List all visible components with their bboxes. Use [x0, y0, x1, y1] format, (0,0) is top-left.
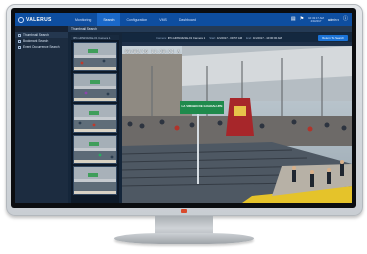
search-title: Thumbnail Search — [71, 27, 97, 31]
export-icon[interactable]: ▤ — [291, 17, 296, 22]
nav-tabs: Monitoring Search Configuration VMS Dash… — [69, 13, 202, 26]
thumbnail-4[interactable] — [73, 135, 117, 164]
search-sidebar: Thumbnail Search Bookmark Search Event O… — [15, 26, 68, 203]
banner-text: LA VIRGEN DE GUADALUPE — [181, 104, 223, 108]
thumbnail-image — [74, 105, 116, 132]
bookmark-icon — [18, 39, 21, 43]
end-label: End: — [246, 35, 252, 40]
camera-value: IPC-HDW4421E-01 Camera 1 — [167, 35, 206, 40]
monitor-stand-base — [114, 233, 254, 244]
notification-flag-icon[interactable]: ⚑ — [300, 17, 304, 22]
product-photo: VALERUS Monitoring Search Configuration … — [0, 0, 367, 254]
monitor-screen: VALERUS Monitoring Search Configuration … — [15, 13, 352, 203]
user-menu[interactable]: admin ▾ — [328, 18, 339, 22]
monitor-logo — [181, 209, 187, 213]
tab-monitoring[interactable]: Monitoring — [69, 13, 97, 26]
tab-configuration[interactable]: Configuration — [120, 13, 153, 26]
viewer-info-bar: Camera: IPC-HDW4421E-01 Camera 1 Start: … — [122, 33, 352, 42]
thumbnail-list-header: IPC-HDW4421E-01 Camera 1 — [71, 35, 119, 40]
sidebar-item-label: Event Occurrence Search — [23, 45, 60, 49]
start-value: 4/1/2017 - 09:57 AM — [216, 35, 243, 40]
start-label: Start: — [209, 35, 216, 40]
camera-frame-image — [122, 46, 352, 203]
brand-name: VALERUS — [26, 16, 52, 23]
search-title-bar: Thumbnail Search — [68, 26, 352, 32]
thumbnail-camera-label: IPC-HDW4421E-01 Camera 1 — [73, 35, 111, 40]
event-icon — [18, 45, 21, 49]
brand[interactable]: VALERUS — [15, 16, 69, 23]
help-icon[interactable]: ⓘ — [343, 17, 348, 22]
sidebar-item-label: Thumbnail Search — [23, 33, 49, 37]
thumbnail-image — [74, 136, 116, 163]
brand-logo-icon — [18, 16, 24, 23]
clock: 10:43:17 AM 4/4/2017 — [308, 16, 324, 23]
return-to-search-button[interactable]: Return To Search — [318, 34, 348, 41]
camera-label: Camera: — [156, 35, 167, 40]
sidebar-item-label: Bookmark Search — [23, 39, 49, 43]
thumbnail-image — [74, 43, 116, 70]
top-navigation-bar: VALERUS Monitoring Search Configuration … — [15, 13, 352, 26]
thumbnail-3[interactable] — [73, 104, 117, 133]
thumbnail-1[interactable] — [73, 42, 117, 71]
thumbnail-5[interactable] — [73, 166, 117, 195]
tab-dashboard[interactable]: Dashboard — [173, 13, 202, 26]
thumbnail-list: IPC-HDW4421E-01 Camera 1 — [71, 35, 119, 203]
thumbnail-image — [74, 167, 116, 194]
thumbnail-2[interactable] — [73, 73, 117, 102]
end-value: 4/1/2017 - 10:00:00 AM — [252, 35, 282, 40]
clock-date: 4/4/2017 — [310, 18, 322, 23]
grid-icon — [18, 33, 21, 37]
sidebar-item-event-occurrence-search[interactable]: Event Occurrence Search — [15, 44, 68, 50]
video-viewer[interactable]: 03/01/16 11:28:21 A LA VIRGEN DE GUADALU… — [122, 46, 352, 203]
nav-right-tools: ▤ ⚑ 10:43:17 AM 4/4/2017 admin ▾ ⓘ — [291, 16, 352, 23]
tab-search[interactable]: Search — [97, 13, 121, 26]
thumbnail-image — [74, 74, 116, 101]
video-timestamp: 03/01/16 11:28:21 A — [125, 49, 181, 54]
tab-vms[interactable]: VMS — [153, 13, 173, 26]
